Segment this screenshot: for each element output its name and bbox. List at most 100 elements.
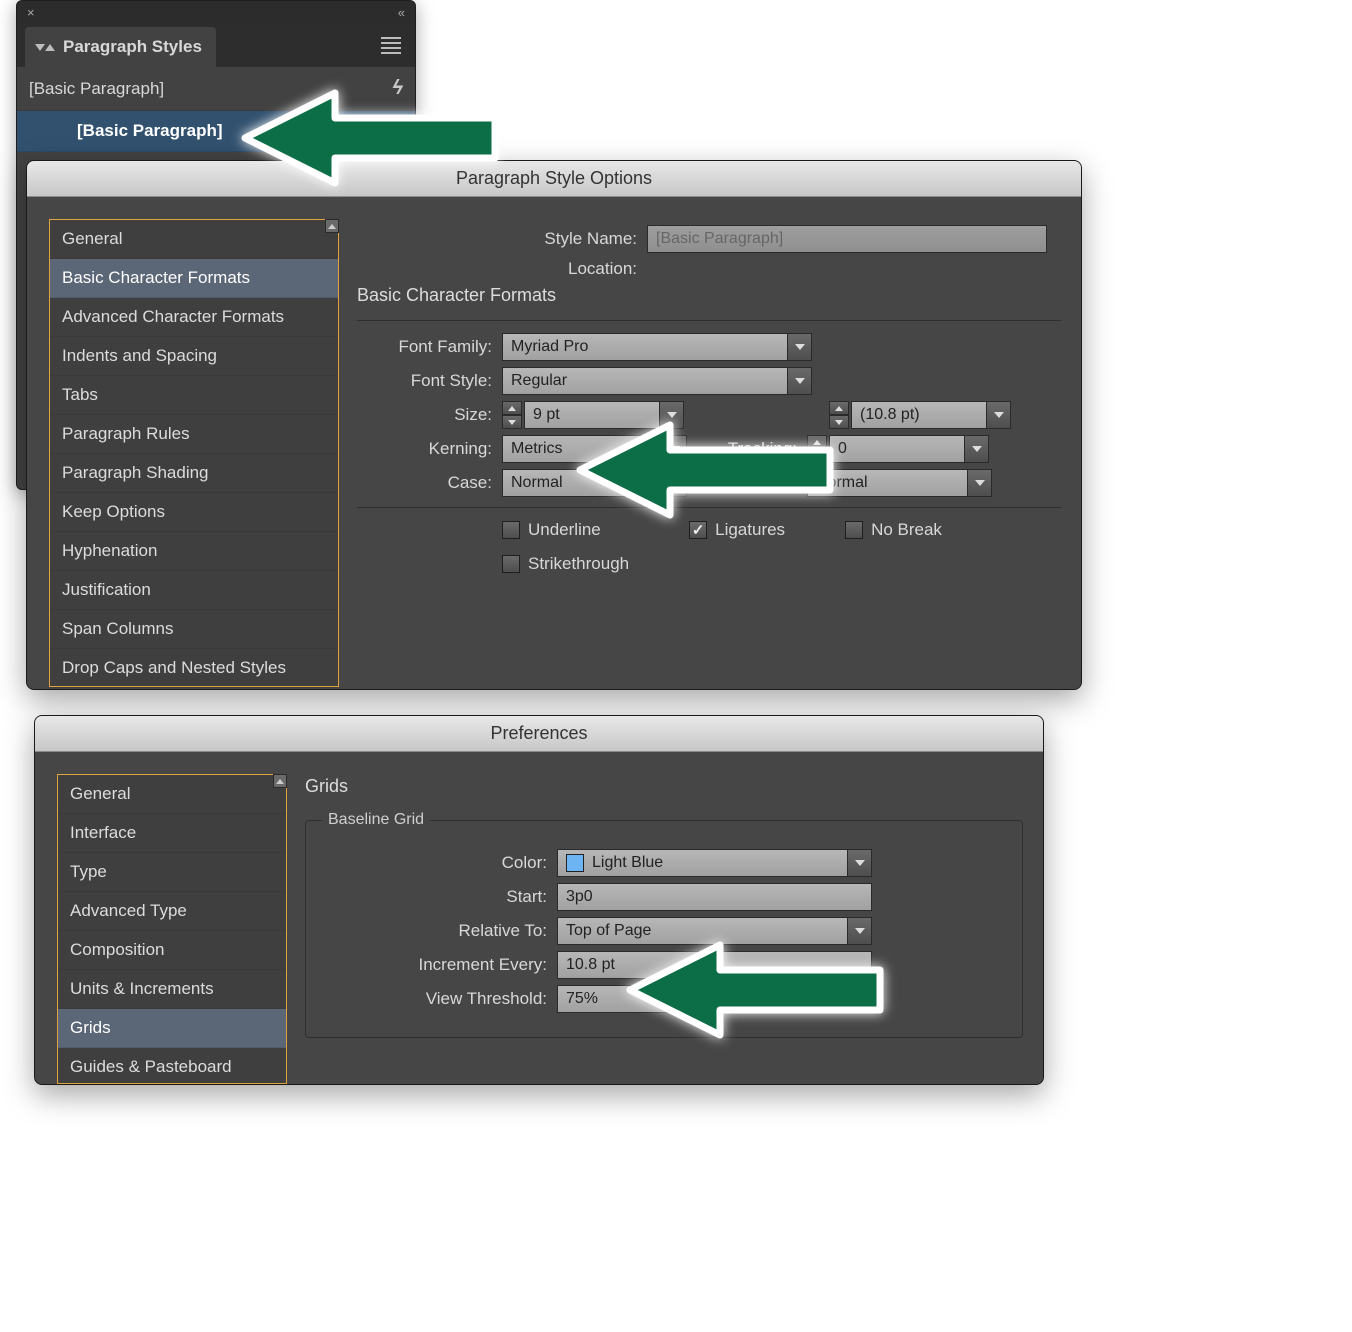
prefs-nav-item[interactable]: Guides & Pasteboard — [58, 1048, 286, 1085]
increment-label: Increment Every: — [322, 955, 557, 975]
prefs-nav-item[interactable]: Interface — [58, 814, 286, 853]
color-label: Color: — [322, 853, 557, 873]
increment-field[interactable]: 10.8 pt — [557, 951, 872, 979]
underline-checkbox[interactable]: Underline — [502, 520, 629, 540]
tracking-stepper[interactable] — [807, 435, 827, 463]
paragraph-style-options-dialog: Paragraph Style Options GeneralBasic Cha… — [26, 160, 1082, 690]
checkbox-label: Ligatures — [715, 520, 785, 540]
relative-to-dropdown[interactable]: Top of Page — [557, 917, 872, 945]
case-dropdown[interactable]: Normal — [502, 469, 687, 497]
collapse-icon[interactable]: « — [398, 5, 405, 20]
options-nav-item[interactable]: Tabs — [50, 376, 338, 415]
prefs-nav-item[interactable]: Advanced Type — [58, 892, 286, 931]
scroll-up-icon[interactable] — [273, 774, 287, 788]
options-nav-item[interactable]: Indents and Spacing — [50, 337, 338, 376]
chevron-down-icon — [35, 44, 45, 51]
section-title: Grids — [305, 776, 1023, 797]
options-nav-item[interactable]: Paragraph Rules — [50, 415, 338, 454]
options-nav-item[interactable]: Basic Character Formats — [50, 259, 338, 298]
tab-label: Paragraph Styles — [63, 37, 202, 57]
options-form: Style Name: [Basic Paragraph] Location: … — [357, 219, 1061, 687]
style-row-selected[interactable]: [Basic Paragraph] — [17, 111, 415, 152]
relative-to-label: Relative To: — [322, 921, 557, 941]
tracking-field[interactable]: 0 — [829, 435, 989, 463]
size-label: Size: — [357, 405, 502, 425]
chevron-up-icon — [45, 44, 55, 51]
options-nav-item[interactable]: General — [50, 220, 338, 259]
options-nav-item[interactable]: Drop Caps and Nested Styles — [50, 649, 338, 688]
start-value: 3p0 — [566, 888, 593, 906]
kerning-dropdown[interactable]: Metrics — [502, 435, 687, 463]
start-field[interactable]: 3p0 — [557, 883, 872, 911]
options-nav-item[interactable]: Justification — [50, 571, 338, 610]
panel-topbar: × « — [17, 1, 415, 23]
position-label: Position: — [687, 473, 807, 493]
threshold-value: 75% — [566, 990, 598, 1008]
style-name-field[interactable]: [Basic Paragraph] — [647, 225, 1047, 253]
chevron-down-icon[interactable] — [659, 402, 683, 428]
tab-paragraph-styles[interactable]: Paragraph Styles — [25, 27, 216, 67]
color-dropdown[interactable]: Light Blue — [557, 849, 872, 877]
chevron-down-icon[interactable] — [964, 436, 988, 462]
prefs-nav-item[interactable]: Grids — [58, 1009, 286, 1048]
close-icon[interactable]: × — [27, 5, 35, 20]
chevron-down-icon[interactable] — [787, 334, 811, 360]
panel-menu-icon[interactable] — [381, 37, 401, 54]
options-nav-item[interactable]: Keep Options — [50, 493, 338, 532]
style-row-label: [Basic Paragraph] — [77, 121, 223, 141]
options-nav-item[interactable]: Paragraph Shading — [50, 454, 338, 493]
font-family-value: Myriad Pro — [511, 338, 588, 356]
position-dropdown[interactable]: Normal — [807, 469, 992, 497]
prefs-nav-item[interactable]: Composition — [58, 931, 286, 970]
prefs-nav-item[interactable]: General — [58, 775, 286, 814]
relative-to-value: Top of Page — [566, 922, 651, 940]
color-value: Light Blue — [592, 854, 663, 872]
leading-stepper[interactable] — [829, 401, 849, 429]
scroll-up-icon[interactable] — [325, 219, 339, 233]
tracking-label: Tracking: — [687, 439, 807, 459]
increment-value: 10.8 pt — [566, 956, 615, 974]
threshold-dropdown[interactable]: 75% — [557, 985, 872, 1013]
chevron-down-icon[interactable] — [967, 470, 991, 496]
prefs-form: Grids Baseline Grid Color: Light Blue St… — [305, 774, 1023, 1084]
chevron-down-icon[interactable] — [787, 368, 811, 394]
preferences-dialog: Preferences GeneralInterfaceTypeAdvanced… — [34, 715, 1044, 1085]
lightning-icon[interactable]: ϟ — [392, 77, 403, 100]
tracking-value: 0 — [838, 440, 847, 458]
size-field[interactable]: 9 pt — [524, 401, 684, 429]
kerning-value: Metrics — [511, 440, 563, 458]
checkbox-label: No Break — [871, 520, 942, 540]
checkbox-group: Underline Strikethrough ✓Ligatures No Br… — [357, 520, 1061, 574]
font-style-dropdown[interactable]: Regular — [502, 367, 812, 395]
chevron-down-icon[interactable] — [847, 850, 871, 876]
kerning-label: Kerning: — [357, 439, 502, 459]
location-label: Location: — [357, 259, 647, 279]
style-name-value: [Basic Paragraph] — [656, 230, 783, 248]
start-label: Start: — [322, 887, 557, 907]
font-family-dropdown[interactable]: Myriad Pro — [502, 333, 812, 361]
ligatures-checkbox[interactable]: ✓Ligatures — [689, 520, 785, 540]
chevron-down-icon[interactable] — [986, 402, 1010, 428]
leading-field[interactable]: (10.8 pt) — [851, 401, 1011, 429]
options-nav-item[interactable]: Hyphenation — [50, 532, 338, 571]
size-value: 9 pt — [533, 406, 560, 424]
font-style-value: Regular — [511, 372, 567, 390]
strikethrough-checkbox[interactable]: Strikethrough — [502, 554, 629, 574]
dialog-title-text: Preferences — [490, 723, 587, 744]
chevron-down-icon[interactable] — [662, 470, 686, 496]
chevron-down-icon[interactable] — [847, 986, 871, 1012]
options-nav-item[interactable]: Span Columns — [50, 610, 338, 649]
prefs-nav-item[interactable]: Units & Increments — [58, 970, 286, 1009]
prefs-nav-item[interactable]: Type — [58, 853, 286, 892]
style-row[interactable]: [Basic Paragraph] ϟ — [17, 67, 415, 111]
style-name-label: Style Name: — [357, 229, 647, 249]
nobreak-checkbox[interactable]: No Break — [845, 520, 942, 540]
panel-tabrow: Paragraph Styles — [17, 23, 415, 67]
options-nav-item[interactable]: GREP Style — [50, 688, 338, 690]
divider — [357, 507, 1061, 508]
size-stepper[interactable] — [502, 401, 522, 429]
chevron-down-icon[interactable] — [662, 436, 686, 462]
options-nav-item[interactable]: Advanced Character Formats — [50, 298, 338, 337]
font-style-label: Font Style: — [357, 371, 502, 391]
chevron-down-icon[interactable] — [847, 918, 871, 944]
